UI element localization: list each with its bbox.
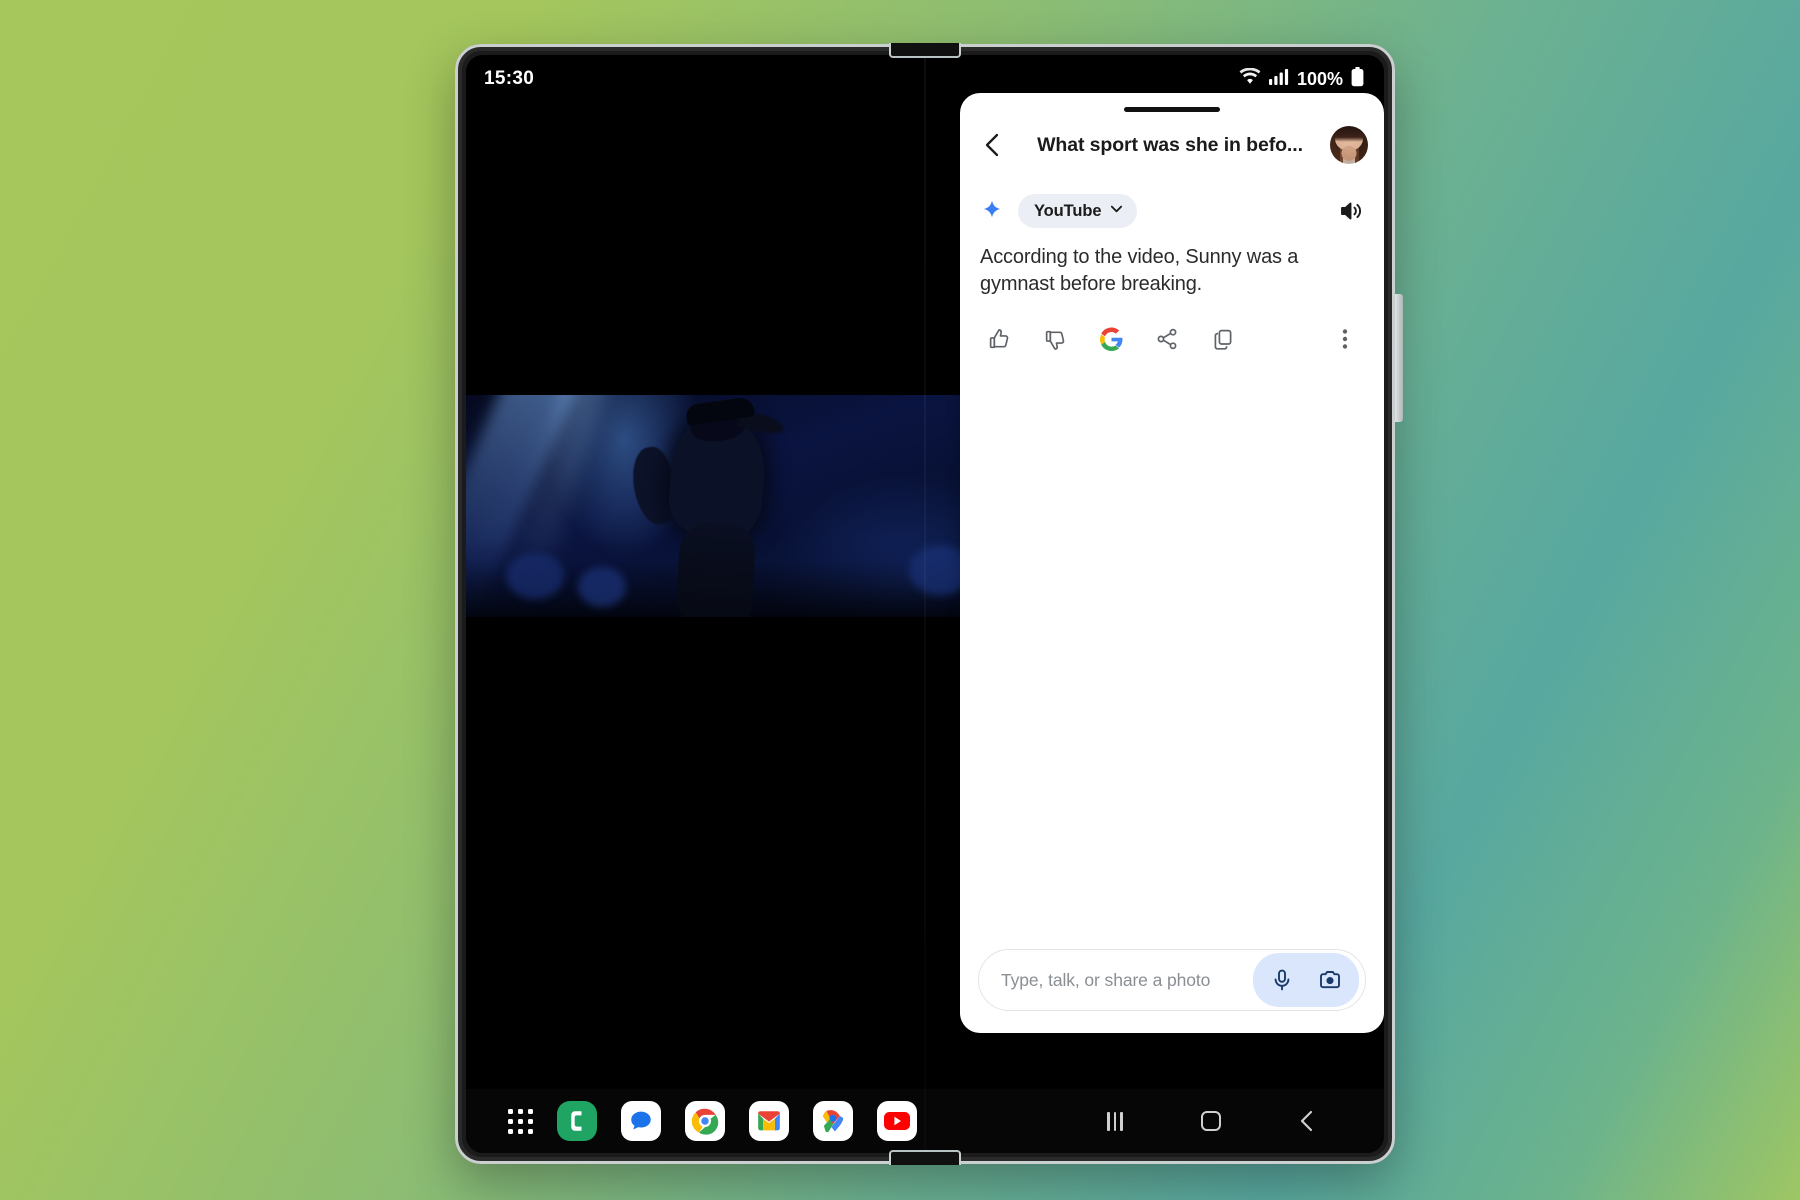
app-dock — [466, 1101, 917, 1141]
recents-icon — [1107, 1111, 1123, 1131]
copy-button[interactable] — [1208, 324, 1238, 354]
cellular-signal-icon — [1268, 68, 1289, 90]
gmail-icon[interactable] — [749, 1101, 789, 1141]
google-search-button[interactable] — [1096, 324, 1126, 354]
thumbs-up-button[interactable] — [984, 324, 1014, 354]
power-side-button[interactable] — [1395, 294, 1403, 422]
youtube-icon[interactable] — [877, 1101, 917, 1141]
home-button[interactable] — [1196, 1106, 1226, 1136]
source-chip-youtube[interactable]: YouTube — [1018, 194, 1138, 228]
chrome-icon[interactable] — [685, 1101, 725, 1141]
panel-body: YouTube According to the video, Sunny wa… — [960, 172, 1384, 949]
hinge-notch-top — [889, 43, 961, 58]
source-row: YouTube — [980, 194, 1364, 228]
back-button[interactable] — [976, 128, 1010, 162]
page-title: What sport was she in befo... — [1037, 133, 1303, 156]
battery-percent-label: 100% — [1296, 68, 1343, 89]
overflow-button[interactable] — [1330, 324, 1360, 354]
assistant-answer-text: According to the video, Sunny was a gymn… — [980, 246, 1299, 296]
composer-input[interactable] — [1001, 969, 1253, 991]
crowd-blob — [506, 553, 564, 599]
panel-header: What sport was she in befo... — [960, 112, 1384, 172]
camera-icon[interactable] — [1309, 959, 1351, 1001]
back-nav-button[interactable] — [1292, 1106, 1322, 1136]
hinge-notch-bottom — [889, 1150, 961, 1165]
mic-icon[interactable] — [1261, 959, 1303, 1001]
recents-button[interactable] — [1100, 1106, 1130, 1136]
source-chip-label: YouTube — [1034, 201, 1102, 220]
chevron-down-icon — [1109, 201, 1124, 221]
status-time: 15:30 — [484, 68, 535, 89]
action-row — [980, 324, 1364, 354]
maps-icon[interactable] — [813, 1101, 853, 1141]
composer-actions — [1253, 953, 1359, 1007]
thumbs-down-button[interactable] — [1040, 324, 1070, 354]
foldable-device: 15:30 100% What sport was she in befo...… — [455, 43, 1403, 1165]
crowd-blob — [578, 567, 626, 607]
assistant-overlay-panel[interactable]: What sport was she in befo... YouTube Ac… — [960, 93, 1384, 1033]
phone-icon[interactable] — [557, 1101, 597, 1141]
composer-wrap — [960, 949, 1384, 1033]
system-bottom-bar — [466, 1089, 1384, 1153]
avatar[interactable] — [1330, 126, 1368, 164]
video-frame[interactable] — [466, 395, 1031, 617]
status-bar: 15:30 100% — [466, 55, 1384, 103]
app-drawer-icon[interactable] — [508, 1108, 533, 1134]
dancer-legs — [675, 521, 757, 617]
speaker-icon[interactable] — [1338, 198, 1364, 224]
home-icon — [1201, 1111, 1221, 1131]
wifi-icon — [1239, 67, 1261, 91]
device-screen: 15:30 100% What sport was she in befo...… — [466, 55, 1384, 1153]
messages-icon[interactable] — [621, 1101, 661, 1141]
battery-icon — [1351, 66, 1364, 92]
navigation-bar — [1100, 1106, 1384, 1136]
gemini-sparkle-icon — [980, 199, 1004, 223]
status-indicators: 100% — [1239, 66, 1364, 92]
share-button[interactable] — [1152, 324, 1182, 354]
composer-bar[interactable] — [978, 949, 1366, 1011]
